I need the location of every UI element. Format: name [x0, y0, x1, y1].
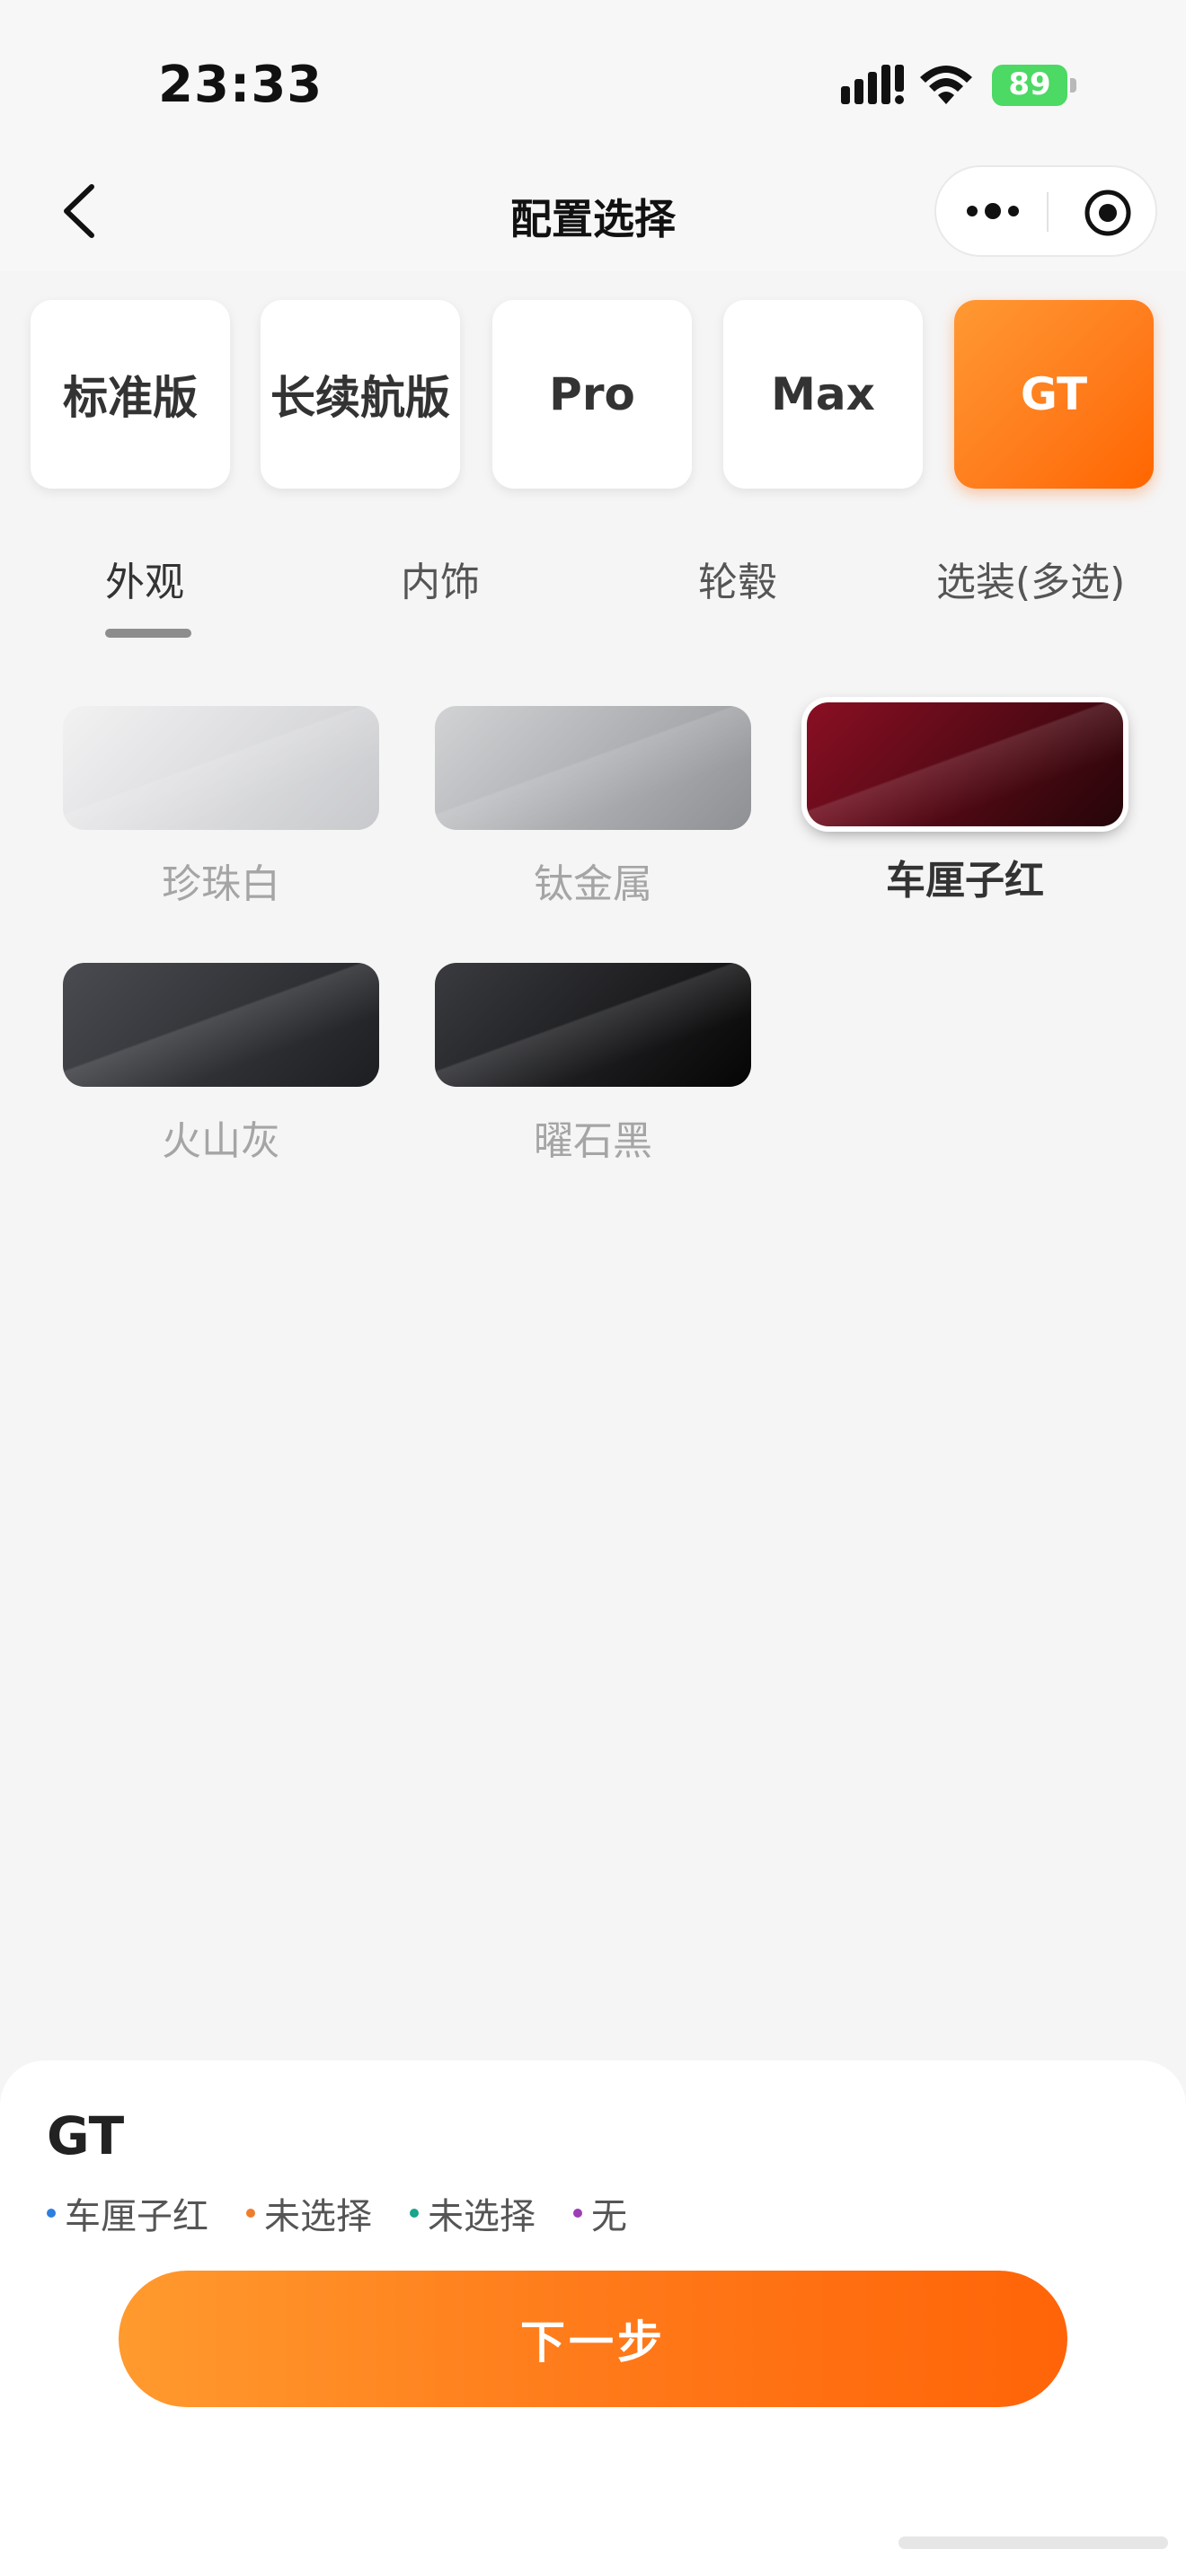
selection-summary-panel: GT 车厘子红 未选择 未选择 无 下一步 — [0, 2060, 1186, 2576]
capsule-divider — [1047, 192, 1049, 232]
color-label: 火山灰 — [162, 1118, 280, 1164]
cellular-signal-icon — [841, 65, 904, 104]
color-option-obsidian-black[interactable]: 曜石黑 — [435, 963, 751, 1178]
tab-exterior[interactable]: 外观 — [105, 550, 184, 607]
tab-interior[interactable]: 内饰 — [401, 550, 480, 607]
trim-card-standard[interactable]: 标准版 — [31, 300, 230, 489]
summary-item-wheels: 未选择 — [410, 2187, 535, 2239]
summary-text: 未选择 — [428, 2196, 535, 2237]
home-indicator — [898, 2536, 1168, 2549]
color-option-titanium[interactable]: 钛金属 — [435, 706, 751, 922]
status-time: 23:33 — [158, 56, 323, 114]
summary-dot — [246, 2209, 255, 2218]
selection-summary: 车厘子红 未选择 未选择 无 — [47, 2186, 665, 2240]
color-option-pearl-white[interactable]: 珍珠白 — [63, 706, 379, 922]
tab-options[interactable]: 选装(多选) — [936, 550, 1125, 607]
color-swatch — [63, 706, 379, 830]
summary-text: 未选择 — [264, 2196, 372, 2237]
battery-level: 89 — [1008, 66, 1051, 102]
status-bar: 23:33 89 — [0, 0, 1186, 162]
miniprogram-capsule — [934, 165, 1157, 257]
color-label: 车厘子红 — [886, 858, 1044, 904]
more-icon[interactable] — [963, 198, 1022, 225]
color-swatch — [435, 963, 751, 1087]
tab-indicator — [105, 629, 191, 638]
trim-selector: 标准版 长续航版 Pro Max GT — [0, 296, 1186, 494]
color-swatch — [63, 963, 379, 1087]
color-label: 曜石黑 — [534, 1118, 652, 1164]
trim-card-max[interactable]: Max — [723, 300, 923, 489]
trim-card-pro[interactable]: Pro — [492, 300, 692, 489]
summary-dot — [410, 2209, 419, 2218]
summary-item-options: 无 — [573, 2187, 627, 2239]
summary-item-exterior: 车厘子红 — [47, 2187, 208, 2239]
color-option-cherry-red[interactable]: 车厘子红 — [807, 702, 1123, 918]
wifi-icon — [920, 66, 972, 104]
trim-card-gt[interactable]: GT — [954, 300, 1154, 489]
color-label: 钛金属 — [534, 861, 652, 907]
summary-item-interior: 未选择 — [246, 2187, 372, 2239]
summary-dot — [573, 2209, 582, 2218]
next-step-button[interactable]: 下一步 — [119, 2271, 1067, 2407]
close-target-icon[interactable] — [1084, 189, 1132, 237]
color-label: 珍珠白 — [162, 861, 280, 907]
color-option-volcanic-grey[interactable]: 火山灰 — [63, 963, 379, 1178]
selected-trim-title: GT — [47, 2105, 125, 2166]
tab-wheels[interactable]: 轮毂 — [698, 550, 777, 607]
summary-text: 车厘子红 — [65, 2196, 208, 2237]
summary-dot — [47, 2209, 56, 2218]
battery-icon: 89 — [992, 65, 1076, 106]
config-tabs: 外观 内饰 轮毂 选装(多选) — [0, 550, 1186, 640]
summary-text: 无 — [591, 2196, 627, 2237]
color-swatch — [435, 706, 751, 830]
color-swatch — [807, 702, 1123, 826]
navigation-bar: 配置选择 — [0, 162, 1186, 271]
trim-card-long-range[interactable]: 长续航版 — [261, 300, 460, 489]
